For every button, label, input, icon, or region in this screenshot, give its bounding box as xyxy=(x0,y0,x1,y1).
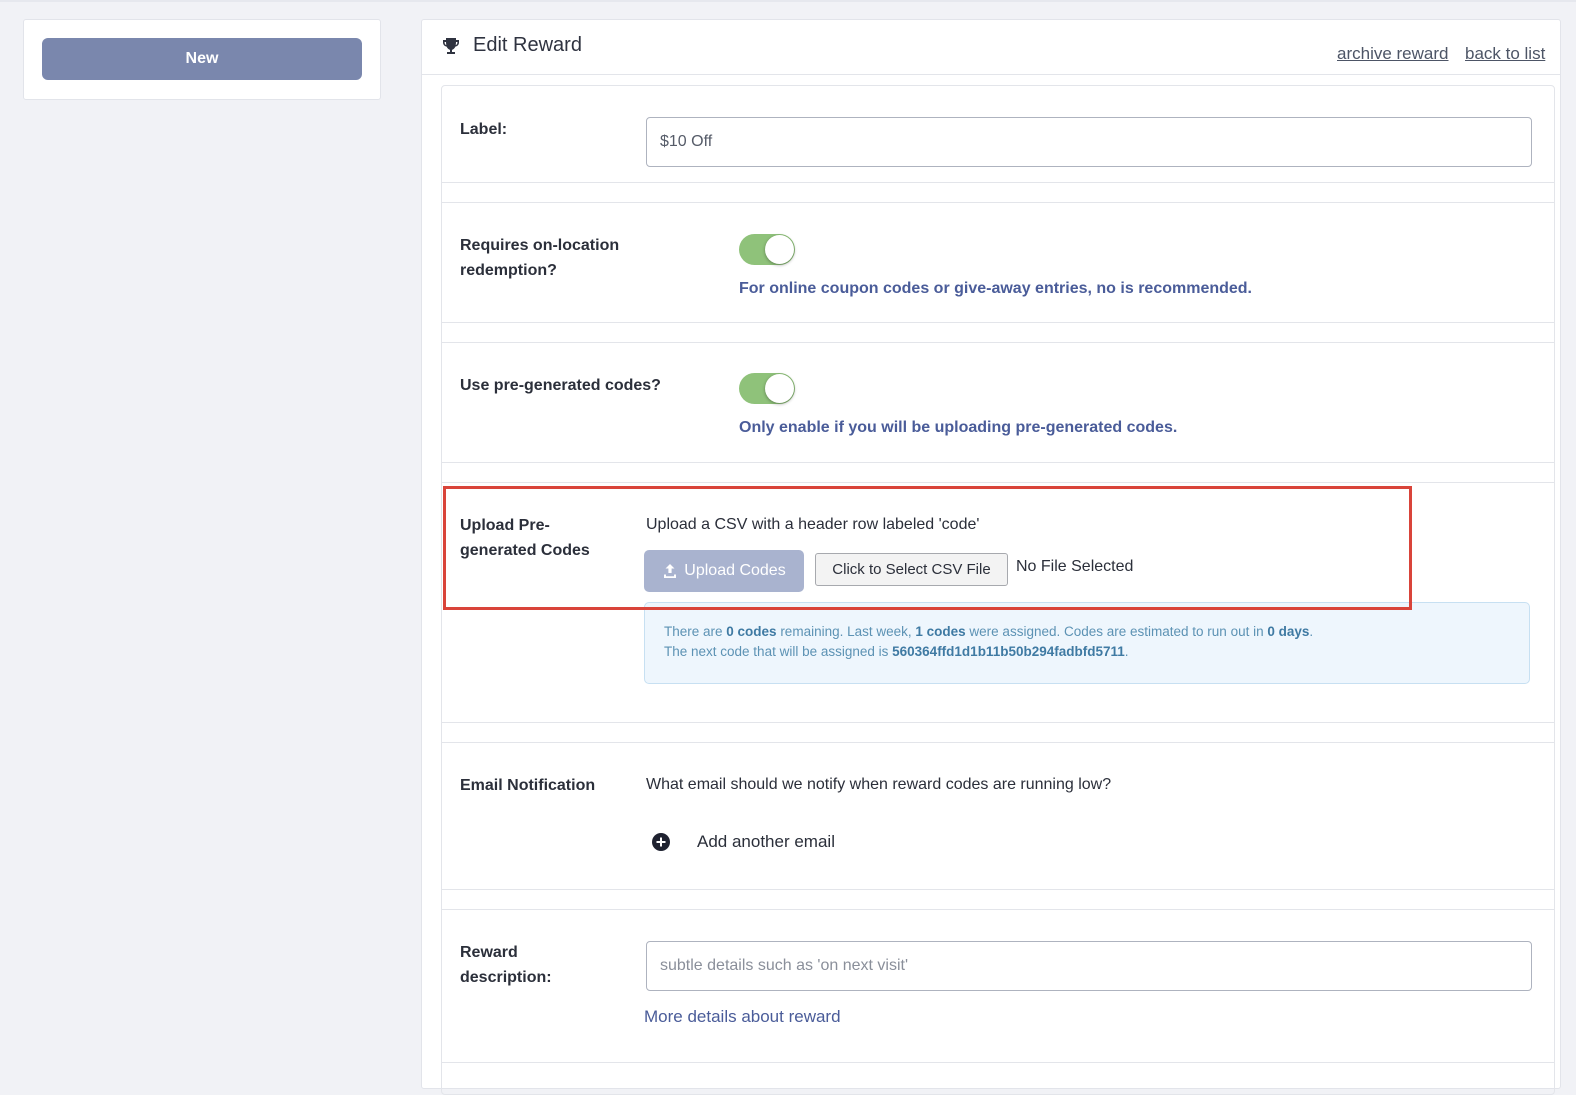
upload-codes-label: Upload Codes xyxy=(684,562,786,579)
pregenerated-toggle[interactable] xyxy=(739,373,795,404)
upload-label-line2: generated Codes xyxy=(460,542,590,559)
label-field-label: Label: xyxy=(460,121,508,138)
section-divider xyxy=(442,723,1554,743)
upload-label: Upload Pre- generated Codes xyxy=(460,513,590,563)
plus-circle-icon xyxy=(652,833,670,851)
on-location-section: Requires on-location redemption? For onl… xyxy=(442,203,1554,323)
add-email-label: Add another email xyxy=(697,832,835,851)
trophy-icon xyxy=(443,38,459,54)
codes-info-box: There are 0 codes remaining. Last week, … xyxy=(644,602,1530,684)
codes-info-line1: There are 0 codes remaining. Last week, … xyxy=(664,624,1314,639)
upload-codes-button[interactable]: Upload Codes xyxy=(644,550,804,592)
upload-description: Upload a CSV with a header row labeled '… xyxy=(646,516,980,533)
description-label-line1: Reward xyxy=(460,944,518,961)
label-input[interactable] xyxy=(646,117,1532,167)
toggle-knob xyxy=(765,235,794,264)
file-status: No File Selected xyxy=(1016,558,1134,575)
select-csv-file-button[interactable]: Click to Select CSV File xyxy=(815,553,1008,586)
email-label: Email Notification xyxy=(460,777,596,794)
email-section: Email Notification What email should we … xyxy=(442,743,1554,890)
archive-reward-link[interactable]: archive reward xyxy=(1337,44,1449,64)
codes-info-line2: The next code that will be assigned is 5… xyxy=(664,644,1129,659)
days-remaining: 0 days xyxy=(1267,624,1310,639)
back-to-list-link[interactable]: back to list xyxy=(1465,44,1545,64)
codes-remaining: 0 codes xyxy=(726,624,777,639)
on-location-label-line2: redemption? xyxy=(460,262,557,279)
pregenerated-hint: Only enable if you will be uploading pre… xyxy=(739,419,1178,436)
on-location-label: Requires on-location redemption? xyxy=(460,233,619,283)
upload-icon xyxy=(664,564,677,578)
new-button[interactable]: New xyxy=(42,38,362,80)
reward-form: Label: Requires on-location redemption? … xyxy=(441,85,1555,1095)
label-section: Label: xyxy=(442,86,1554,183)
on-location-label-line1: Requires on-location xyxy=(460,237,620,254)
upload-label-line1: Upload Pre- xyxy=(460,517,550,534)
toggle-knob xyxy=(765,374,794,403)
top-divider xyxy=(0,0,1576,2)
reward-description-input[interactable] xyxy=(646,941,1532,991)
description-label: Reward description: xyxy=(460,940,552,990)
next-code: 560364ffd1d1b11b50b294fadbfd5711 xyxy=(892,644,1125,659)
section-divider xyxy=(442,890,1554,910)
description-section: Reward description: xyxy=(442,910,1554,1063)
on-location-hint: For online coupon codes or give-away ent… xyxy=(739,280,1252,297)
card-header: Edit Reward archive reward back to list xyxy=(422,20,1560,75)
codes-assigned: 1 codes xyxy=(915,624,966,639)
section-divider xyxy=(442,183,1554,203)
on-location-toggle[interactable] xyxy=(739,234,795,265)
sidebar-card: New xyxy=(23,19,381,100)
description-label-line2: description: xyxy=(460,969,552,986)
add-email-row[interactable]: Add another email xyxy=(652,832,835,852)
section-divider xyxy=(442,463,1554,483)
section-divider xyxy=(442,323,1554,343)
pregenerated-label: Use pre-generated codes? xyxy=(460,377,661,394)
pregenerated-section: Use pre-generated codes? Only enable if … xyxy=(442,343,1554,463)
email-question: What email should we notify when reward … xyxy=(646,776,1112,793)
more-details-link[interactable]: More details about reward xyxy=(644,1007,841,1027)
page-title: Edit Reward xyxy=(473,34,582,56)
